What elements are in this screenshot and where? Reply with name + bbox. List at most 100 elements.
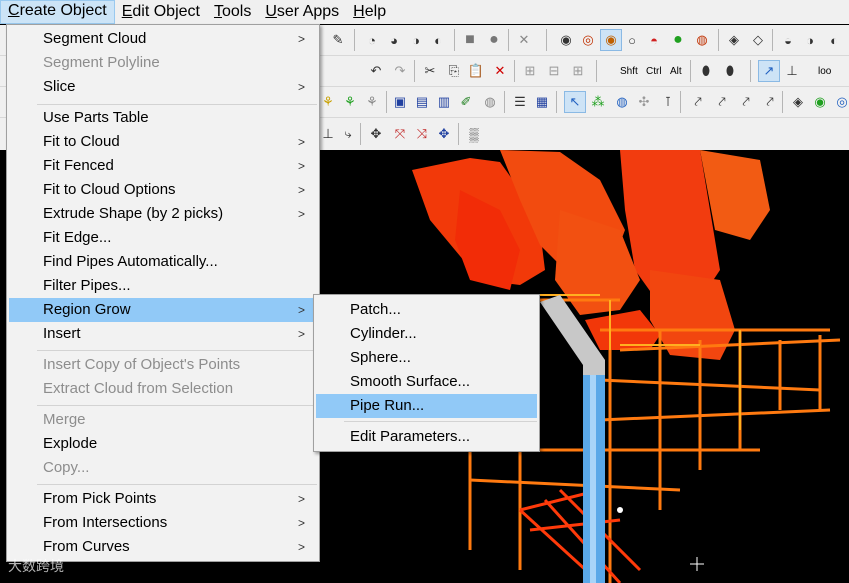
menu-help[interactable]: Help: [346, 1, 393, 23]
menu-create-object[interactable]: Create Object: [0, 0, 115, 24]
menu-item-use-parts-table[interactable]: Use Parts Table: [9, 106, 317, 130]
tool-icon[interactable]: ◐: [824, 30, 844, 50]
shape-icon[interactable]: ◑: [406, 30, 426, 50]
paint-icon[interactable]: ✎: [328, 30, 348, 50]
submenu-item-patch[interactable]: Patch...: [316, 298, 537, 322]
render-icon[interactable]: ◎: [832, 92, 849, 112]
green-dot-icon[interactable]: ●: [668, 30, 688, 50]
pointer-icon[interactable]: ⤤: [688, 92, 708, 112]
submenu-item-pipe-run[interactable]: Pipe Run...: [316, 394, 537, 418]
axis-move-icon[interactable]: ⊥: [318, 124, 338, 144]
move-icon[interactable]: ✥: [434, 124, 454, 144]
shape-icon[interactable]: ◕: [384, 30, 404, 50]
menu-item-insert[interactable]: Insert >: [9, 322, 317, 346]
pin-icon[interactable]: ⊺: [658, 92, 678, 112]
menu-separator: [37, 484, 317, 485]
target-pressed-icon[interactable]: ◉: [600, 29, 622, 51]
scan-icon[interactable]: ▒: [464, 124, 484, 144]
mouse-icon[interactable]: ⬮: [720, 61, 740, 81]
undo-icon[interactable]: ↶: [366, 61, 386, 81]
list-icon[interactable]: ▦: [532, 92, 552, 112]
square-icon[interactable]: ■: [460, 30, 480, 50]
select-icon[interactable]: ⁂: [588, 92, 608, 112]
menu-user-apps[interactable]: User Apps: [258, 1, 346, 23]
object-icon[interactable]: ◍: [480, 92, 500, 112]
menu-item-fit-to-cloud[interactable]: Fit to Cloud >: [9, 130, 317, 154]
pointer-icon[interactable]: ⤤: [712, 92, 732, 112]
layer-icon[interactable]: ◈: [724, 30, 744, 50]
paste-icon[interactable]: 📋: [466, 61, 486, 81]
delete-icon[interactable]: ✕: [490, 61, 510, 81]
move-icon[interactable]: ✥: [366, 124, 386, 144]
shift-key-label[interactable]: Shft: [620, 66, 638, 77]
menu-item-from-pick-points[interactable]: From Pick Points >: [9, 487, 317, 511]
tool-icon[interactable]: ◒: [778, 30, 798, 50]
ground-icon[interactable]: ⚘: [362, 92, 382, 112]
tool-icon[interactable]: ◑: [800, 30, 820, 50]
chevron-right-icon: >: [297, 303, 305, 317]
ctrl-key-label[interactable]: Ctrl: [646, 66, 662, 77]
select-icon[interactable]: ↖: [564, 91, 586, 113]
menu-item-extrude-shape[interactable]: Extrude Shape (by 2 picks) >: [9, 202, 317, 226]
cut-icon[interactable]: ✂: [420, 61, 440, 81]
submenu-item-cylinder[interactable]: Cylinder...: [316, 322, 537, 346]
ring-icon[interactable]: ○: [622, 30, 642, 50]
submenu-item-edit-parameters[interactable]: Edit Parameters...: [316, 425, 537, 449]
group-icon[interactable]: ⊞: [520, 61, 540, 81]
menu-item-region-grow[interactable]: Region Grow >: [9, 298, 317, 322]
pointer-icon[interactable]: ⤤: [736, 92, 756, 112]
move-icon[interactable]: ⤨: [412, 124, 432, 144]
target-icon[interactable]: ◎: [578, 30, 598, 50]
object-icon[interactable]: ▣: [390, 92, 410, 112]
move-icon[interactable]: ✣: [634, 92, 654, 112]
axis-move-icon[interactable]: ⤷: [338, 124, 358, 144]
alt-key-label[interactable]: Alt: [670, 66, 682, 77]
circle-icon[interactable]: ●: [484, 30, 504, 50]
menu-item-slice[interactable]: Slice >: [9, 75, 317, 99]
globe-icon[interactable]: ◍: [612, 92, 632, 112]
menu-item-segment-cloud[interactable]: Segment Cloud >: [9, 27, 317, 51]
menu-item-fit-fenced[interactable]: Fit Fenced >: [9, 154, 317, 178]
list-icon[interactable]: ☰: [510, 92, 530, 112]
object-icon[interactable]: ▥: [434, 92, 454, 112]
render-icon[interactable]: ◉: [810, 92, 830, 112]
axis-icon[interactable]: ⊥: [782, 61, 802, 81]
submenu-item-smooth-surface[interactable]: Smooth Surface...: [316, 370, 537, 394]
object-icon[interactable]: ✐: [456, 92, 476, 112]
colormap-icon[interactable]: ◓: [644, 30, 664, 50]
pointer-icon[interactable]: ⤤: [760, 92, 780, 112]
menu-edit-object[interactable]: Edit Object: [115, 1, 207, 23]
layer-icon[interactable]: ◇: [748, 30, 768, 50]
render-icon[interactable]: ◈: [788, 92, 808, 112]
menu-tools[interactable]: Tools: [207, 1, 258, 23]
redo-icon[interactable]: ↷: [390, 61, 410, 81]
toolbar-separator: [514, 60, 515, 82]
view-icon[interactable]: ◉: [556, 30, 576, 50]
copy-icon[interactable]: ⎘: [444, 61, 464, 81]
close-icon[interactable]: ✕: [514, 30, 534, 50]
shape-icon[interactable]: ◔: [362, 30, 382, 50]
menu-item-fit-edge[interactable]: Fit Edge...: [9, 226, 317, 250]
move-icon[interactable]: ⤧: [390, 124, 410, 144]
group-icon[interactable]: ⊟: [544, 61, 564, 81]
ground-icon[interactable]: ⚘: [340, 92, 360, 112]
menu-item-from-intersections[interactable]: From Intersections >: [9, 511, 317, 535]
group-icon[interactable]: ⊞: [568, 61, 588, 81]
shape-icon[interactable]: ◐: [428, 30, 448, 50]
menu-item-find-pipes-automatically[interactable]: Find Pipes Automatically...: [9, 250, 317, 274]
submenu-item-sphere[interactable]: Sphere...: [316, 346, 537, 370]
toolbar-separator: [782, 91, 783, 113]
axis-icon[interactable]: ↗: [758, 60, 780, 82]
menu-item-fit-to-cloud-options[interactable]: Fit to Cloud Options >: [9, 178, 317, 202]
menu-item-explode[interactable]: Explode: [9, 432, 317, 456]
mouse-icon[interactable]: ⬮: [696, 61, 716, 81]
loo-label[interactable]: loo: [818, 66, 831, 77]
object-icon[interactable]: ▤: [412, 92, 432, 112]
menu-separator: [37, 350, 317, 351]
menu-item-label: Edit Parameters...: [350, 428, 471, 445]
menu-item-filter-pipes[interactable]: Filter Pipes...: [9, 274, 317, 298]
ground-icon[interactable]: ⚘: [318, 92, 338, 112]
menu-item-label: Segment Polyline: [43, 54, 160, 71]
menu-item-insert-copy-points: Insert Copy of Object's Points: [9, 353, 317, 377]
colorize-icon[interactable]: ◍: [692, 30, 712, 50]
